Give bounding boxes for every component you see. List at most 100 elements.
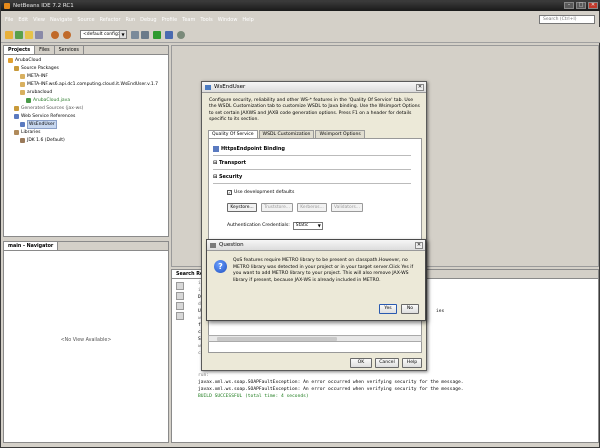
config-select[interactable]: <default config> ▼ — [80, 30, 127, 39]
menu-debug[interactable]: Debug — [140, 15, 156, 25]
menu-tools[interactable]: Tools — [200, 15, 212, 25]
search-input[interactable]: Search (Ctrl+I) — [539, 15, 595, 24]
tab-services[interactable]: Services — [55, 46, 84, 54]
menu-file[interactable]: File — [5, 15, 13, 25]
window-title: NetBeans IDE 7.2 RC1 — [13, 3, 74, 9]
output-line: run: — [198, 373, 210, 378]
close-icon[interactable]: ✕ — [416, 84, 424, 91]
config-select-value: <default config> — [83, 32, 122, 37]
menu-help[interactable]: Help — [242, 15, 253, 25]
use-dev-defaults-checkbox[interactable]: ✓ Use development defaults — [227, 189, 294, 196]
help-button[interactable]: Help — [402, 358, 422, 368]
menu-bar: File Edit View Navigate Source Refactor … — [1, 15, 600, 25]
build-icon[interactable] — [131, 31, 139, 39]
yes-button[interactable]: Yes — [379, 304, 397, 314]
validators-button[interactable]: Validators... — [331, 203, 363, 212]
tab-projects[interactable]: Projects — [4, 46, 36, 54]
project-icon — [8, 58, 13, 63]
navigator-panel: main - Navigator <No View Available> — [3, 241, 169, 443]
new-project-icon[interactable] — [5, 31, 13, 39]
web-service-icon — [20, 122, 25, 127]
maximize-button[interactable]: □ — [576, 2, 586, 9]
tree-item-source-packages[interactable]: Source Packages — [14, 65, 59, 72]
tree-item-jdk[interactable]: JDK 1.6 (Default) — [20, 137, 65, 144]
keystore-button[interactable]: Keystore... — [227, 203, 257, 212]
web-service-icon — [14, 114, 19, 119]
menu-edit[interactable]: Edit — [18, 15, 28, 25]
redo-icon[interactable] — [63, 31, 71, 39]
menu-team[interactable]: Team — [182, 15, 195, 25]
tree-item-project[interactable]: ArubaCloud — [8, 57, 41, 64]
security-section[interactable]: ⊟ Security — [213, 173, 242, 181]
checkbox-checked-icon: ✓ — [227, 190, 232, 195]
tree-item-libraries[interactable]: Libraries — [14, 129, 40, 136]
build-status: BUILD SUCCESSFUL (total time: 4 seconds) — [198, 394, 309, 399]
truststore-button[interactable]: Truststore... — [261, 203, 293, 212]
profile-icon[interactable] — [177, 31, 185, 39]
question-dialog-titlebar: Question ✕ — [207, 240, 425, 251]
binding-icon — [213, 145, 219, 152]
menu-refactor[interactable]: Refactor — [100, 15, 121, 25]
cancel-button[interactable]: Cancel — [375, 358, 399, 368]
close-button[interactable]: ✕ — [588, 2, 598, 9]
clean-build-icon[interactable] — [141, 31, 149, 39]
tree-item-generated-sources[interactable]: Generated Sources (jax-ws) — [14, 105, 83, 112]
chevron-down-icon: ▼ — [119, 31, 126, 38]
scrollbar-thumb[interactable] — [217, 337, 337, 341]
undo-icon[interactable] — [51, 31, 59, 39]
tree-item-arubacloud-package[interactable]: arubacloud — [20, 89, 52, 96]
binding-header[interactable]: HttpsEndpoint Binding — [213, 145, 285, 153]
libraries-icon — [14, 130, 19, 135]
run-icon[interactable] — [153, 31, 161, 39]
divider — [213, 155, 411, 156]
transport-section[interactable]: ⊟ Transport — [213, 159, 246, 167]
toolbar: <default config> ▼ — [1, 27, 600, 43]
tab-files[interactable]: Files — [35, 46, 55, 54]
menu-window[interactable]: Window — [218, 15, 238, 25]
rerun-icon[interactable] — [176, 282, 184, 290]
output-line: javax.xml.ws.soap.SOAPFaultException: An… — [198, 380, 464, 385]
package-icon — [20, 90, 25, 95]
auth-credentials-row: Authentication Credentials: Static ▼ — [227, 221, 323, 230]
open-project-icon[interactable] — [25, 31, 33, 39]
java-file-icon — [26, 98, 31, 103]
ok-button[interactable]: OK — [350, 358, 372, 368]
tree-item-java-file[interactable]: ArubaCloud.java — [26, 97, 70, 104]
debug-icon[interactable] — [165, 31, 173, 39]
new-file-icon[interactable] — [15, 31, 23, 39]
question-dialog: Question ✕ ? QoS features require METRO … — [206, 239, 426, 321]
tree-item-wsenduser[interactable]: WsEndUser — [20, 120, 57, 129]
no-view-label: <No View Available> — [60, 338, 112, 343]
kerberos-button[interactable]: Kerberos... — [297, 203, 327, 212]
menu-profile[interactable]: Profile — [162, 15, 178, 25]
no-button[interactable]: No — [401, 304, 419, 314]
menu-navigate[interactable]: Navigate — [50, 15, 72, 25]
menu-source[interactable]: Source — [77, 15, 94, 25]
stop-icon[interactable] — [176, 292, 184, 300]
clear-icon[interactable] — [176, 302, 184, 310]
close-icon[interactable]: ✕ — [415, 242, 423, 249]
save-all-icon[interactable] — [35, 31, 43, 39]
package-icon — [20, 74, 25, 79]
question-icon: ? — [214, 260, 227, 273]
tree-item-meta-inf[interactable]: META-INF — [20, 73, 48, 80]
wsdl-dialog: WsEndUser ✕ Configure security, reliabil… — [201, 81, 427, 371]
projects-panel: Projects Files Services ArubaCloud Sourc… — [3, 45, 169, 237]
jar-icon — [20, 138, 25, 143]
wsdl-dialog-titlebar: WsEndUser ✕ — [202, 82, 426, 93]
chevron-down-icon: ▼ — [317, 222, 321, 228]
tree-item-meta-inf-ws[interactable]: META-INF.ws6.api.dc1.computing.cloud.it.… — [20, 81, 158, 88]
auth-credentials-select[interactable]: Static ▼ — [292, 221, 323, 230]
divider — [213, 183, 411, 184]
settings-icon[interactable] — [176, 312, 184, 320]
netbeans-icon — [4, 3, 10, 9]
folder-icon — [14, 106, 19, 111]
netbeans-window: NetBeans IDE 7.2 RC1 – □ ✕ File Edit Vie… — [0, 0, 600, 448]
horizontal-scrollbar[interactable] — [208, 335, 422, 342]
tree-item-web-service-refs[interactable]: Web Service References — [14, 113, 75, 120]
wsdl-dialog-title: WsEndUser — [214, 84, 246, 90]
menu-run[interactable]: Run — [126, 15, 136, 25]
minimize-button[interactable]: – — [564, 2, 574, 9]
tab-navigator[interactable]: main - Navigator — [4, 242, 59, 250]
menu-view[interactable]: View — [33, 15, 45, 25]
